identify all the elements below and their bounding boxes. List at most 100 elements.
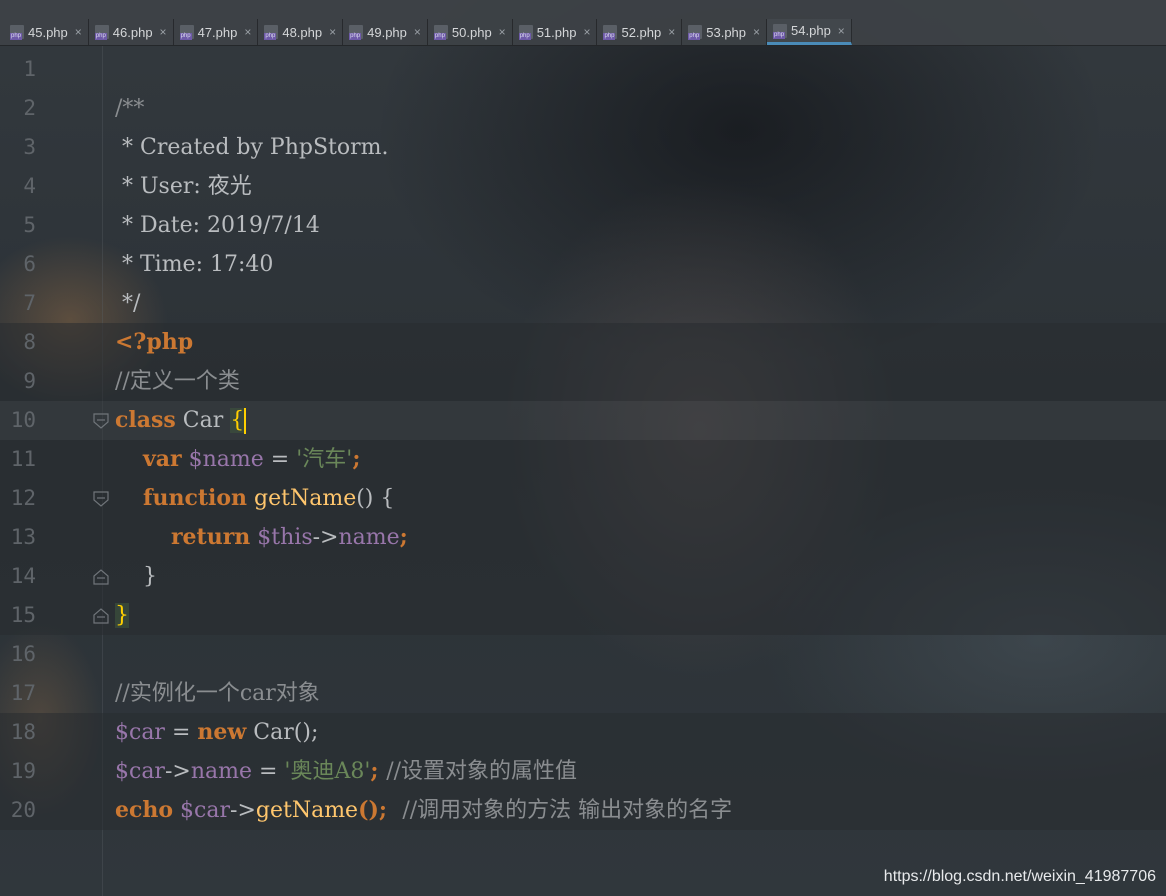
tab-label: 47.php [197,24,238,40]
close-icon[interactable]: × [329,25,336,39]
code-text: return $this->name; [170,524,408,550]
editor-tab-bar: 45.php × 46.php × 47.php × 48.php × 49.p… [0,0,1166,46]
line-number: 6 [23,252,36,276]
php-file-icon [518,25,533,40]
tab-label: 49.php [367,24,407,40]
tab-label: 45.php [28,24,68,40]
code-line[interactable]: 13 return $this->name; [0,518,1166,557]
close-icon[interactable]: × [75,25,82,39]
close-icon[interactable]: × [583,25,590,39]
doc-comment: * Created by PhpStorm. [115,135,389,160]
code-line[interactable]: 15 } [0,596,1166,635]
tab-52-php[interactable]: 52.php × [597,19,683,45]
code-text: $car->name = '奥迪A8'; //设置对象的属性值 [115,758,578,784]
tab-54-php[interactable]: 54.php × [767,19,852,45]
code-line[interactable]: 14 } [0,557,1166,596]
tab-47-php[interactable]: 47.php × [174,19,259,45]
code-line[interactable]: 4 * User: 夜光 [0,167,1166,206]
line-number: 9 [23,369,36,393]
close-icon[interactable]: × [838,24,845,38]
tab-45-php[interactable]: 45.php × [4,19,89,45]
code-line[interactable]: 5 * Date: 2019/7/14 [0,206,1166,245]
code-line[interactable]: 18 $car = new Car(); [0,713,1166,752]
tab-49-php[interactable]: 49.php × [343,19,428,45]
php-file-icon [179,25,194,40]
tab-51-php[interactable]: 51.php × [513,19,598,45]
code-line[interactable]: 3 * Created by PhpStorm. [0,128,1166,167]
code-text: $car = new Car(); [115,719,319,745]
code-text: class Car { [115,407,247,434]
code-line[interactable]: 12 function getName() { [0,479,1166,518]
doc-comment: */ [115,291,141,316]
tab-53-php[interactable]: 53.php × [682,19,768,45]
php-file-icon [603,25,618,40]
code-line[interactable]: 1 [0,50,1166,89]
fold-end-icon[interactable] [92,568,110,586]
code-line[interactable]: 11 var $name = '汽车'; [0,440,1166,479]
fold-marker-icon[interactable] [92,412,110,430]
php-file-icon [349,25,364,40]
code-line[interactable]: 9 //定义一个类 [0,362,1166,401]
line-number: 3 [23,135,36,159]
line-number: 4 [23,174,36,198]
tab-46-php[interactable]: 46.php × [89,19,174,45]
php-open-tag: <?php [115,329,194,355]
line-number: 15 [10,603,36,627]
line-number: 5 [23,213,36,237]
code-line[interactable]: 6 * Time: 17:40 [0,245,1166,284]
close-icon[interactable]: × [499,25,506,39]
tab-label: 50.php [451,24,492,40]
tab-label: 51.php [536,24,577,40]
php-file-icon [94,25,109,40]
line-number: 20 [10,798,36,822]
matched-brace: } [115,603,129,628]
watermark-url: https://blog.csdn.net/weixin_41987706 [883,868,1156,885]
line-comment: //实例化一个car对象 [115,681,320,706]
tab-label: 48.php [282,24,323,40]
doc-comment: * Date: 2019/7/14 [115,213,320,238]
code-text: function getName() { [142,485,395,511]
line-number: 10 [10,408,36,432]
tab-label: 54.php [791,23,831,38]
code-text: echo $car->getName(); //调用对象的方法 输出对象的名字 [115,797,733,823]
php-file-icon [433,25,448,40]
code-line[interactable]: 16 [0,635,1166,674]
code-text: var $name = '汽车'; [142,446,361,472]
tab-48-php[interactable]: 48.php × [258,19,344,45]
code-line[interactable]: 2 /** [0,89,1166,128]
line-number: 14 [10,564,36,588]
line-number: 12 [10,486,36,510]
close-icon[interactable]: × [668,25,675,39]
line-number: 2 [23,96,36,120]
code-line[interactable]: 17 //实例化一个car对象 [0,674,1166,713]
tab-50-php[interactable]: 50.php × [428,19,513,45]
doc-comment: * Time: 17:40 [115,252,274,277]
line-number: 19 [10,759,36,783]
close-icon[interactable]: × [160,25,167,39]
fold-end-icon[interactable] [92,607,110,625]
code-line[interactable]: 8 <?php [0,323,1166,362]
code-editor[interactable]: 1 2 /** 3 * Created by PhpStorm. 4 * Use… [0,50,1166,830]
code-line[interactable]: 7 */ [0,284,1166,323]
tab-label: 46.php [112,24,153,40]
line-number: 17 [10,681,36,705]
code-text: } [115,564,157,589]
fold-marker-icon[interactable] [92,490,110,508]
code-line[interactable]: 19 $car->name = '奥迪A8'; //设置对象的属性值 [0,752,1166,791]
close-icon[interactable]: × [753,25,760,39]
code-line[interactable]: 20 echo $car->getName(); //调用对象的方法 输出对象的… [0,791,1166,830]
close-icon[interactable]: × [414,25,421,39]
doc-comment: * User: 夜光 [115,174,252,199]
code-line-current[interactable]: 10 class Car { [0,401,1166,440]
matched-brace: { [230,408,245,433]
line-number: 16 [10,642,36,666]
text-cursor [244,408,247,434]
line-number: 11 [10,447,36,471]
php-file-icon [10,25,24,40]
tab-label: 52.php [621,24,662,40]
line-number: 8 [23,330,36,354]
php-file-icon [773,23,788,39]
line-number: 18 [10,720,36,744]
close-icon[interactable]: × [244,25,251,39]
line-number: 1 [23,57,36,81]
